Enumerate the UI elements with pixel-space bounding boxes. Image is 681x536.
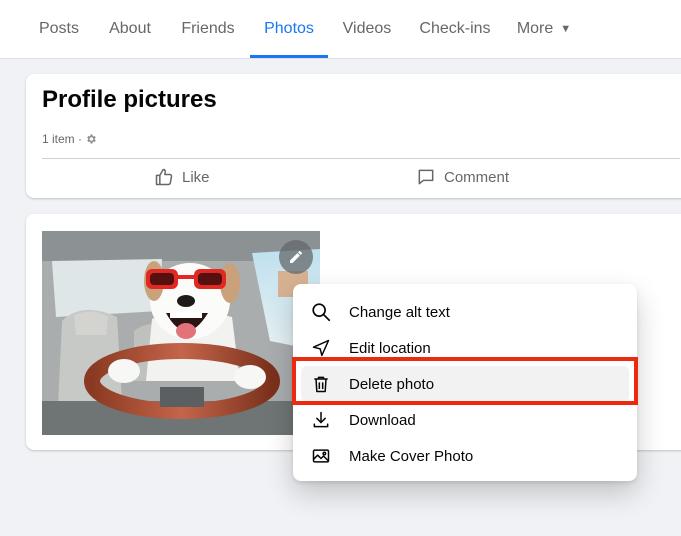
tab-more[interactable]: More ▼ <box>508 0 580 58</box>
like-label: Like <box>182 168 210 186</box>
tab-posts[interactable]: Posts <box>26 0 92 58</box>
thumbs-up-icon <box>155 168 173 186</box>
tab-photos[interactable]: Photos <box>250 0 328 58</box>
album-title: Profile pictures <box>42 86 217 113</box>
download-icon <box>309 408 333 432</box>
photo-options-menu: Change alt text Edit location Delete pho… <box>293 284 637 481</box>
menu-item-make-cover-photo[interactable]: Make Cover Photo <box>301 438 629 474</box>
search-icon <box>309 300 333 324</box>
menu-item-label: Download <box>349 411 416 429</box>
menu-item-label: Edit location <box>349 339 431 357</box>
tab-videos[interactable]: Videos <box>332 0 402 58</box>
menu-item-edit-location[interactable]: Edit location <box>301 330 629 366</box>
menu-item-label: Make Cover Photo <box>349 447 474 465</box>
pencil-icon <box>290 250 302 263</box>
tab-videos-label: Videos <box>342 20 392 37</box>
trash-icon <box>309 372 333 396</box>
tab-check-ins-label: Check-ins <box>419 20 491 37</box>
edit-photo-button[interactable] <box>279 240 313 274</box>
album-item-count: 1 item · <box>42 132 83 146</box>
tab-check-ins[interactable]: Check-ins <box>410 0 500 58</box>
comment-button[interactable]: Comment <box>416 162 509 192</box>
tab-friends[interactable]: Friends <box>170 0 246 58</box>
tab-about-label: About <box>109 20 151 37</box>
menu-item-label: Change alt text <box>349 303 450 321</box>
tab-posts-label: Posts <box>38 20 79 37</box>
caret-down-icon: ▼ <box>560 23 572 35</box>
album-header-card: Profile pictures 1 item · Like Comment <box>26 74 681 198</box>
menu-item-change-alt-text[interactable]: Change alt text <box>301 294 629 330</box>
profile-photo-thumbnail[interactable] <box>42 231 320 435</box>
like-button[interactable]: Like <box>154 162 210 192</box>
menu-item-download[interactable]: Download <box>301 402 629 438</box>
menu-item-label: Delete photo <box>349 375 435 393</box>
tab-photos-label: Photos <box>264 20 314 37</box>
album-meta: 1 item · <box>42 132 97 146</box>
location-arrow-icon <box>309 336 333 360</box>
tab-friends-label: Friends <box>181 20 235 37</box>
menu-item-delete-photo[interactable]: Delete photo <box>301 366 629 402</box>
profile-tab-bar: Posts About Friends Photos Videos Check-… <box>0 0 681 59</box>
gear-icon <box>87 134 96 144</box>
tab-more-label: More <box>516 20 554 37</box>
tab-about[interactable]: About <box>96 0 164 58</box>
image-icon <box>309 444 333 468</box>
card-divider <box>42 158 680 159</box>
dog-driving-photo <box>42 231 320 435</box>
comment-label: Comment <box>444 168 510 186</box>
comment-icon <box>418 169 434 185</box>
